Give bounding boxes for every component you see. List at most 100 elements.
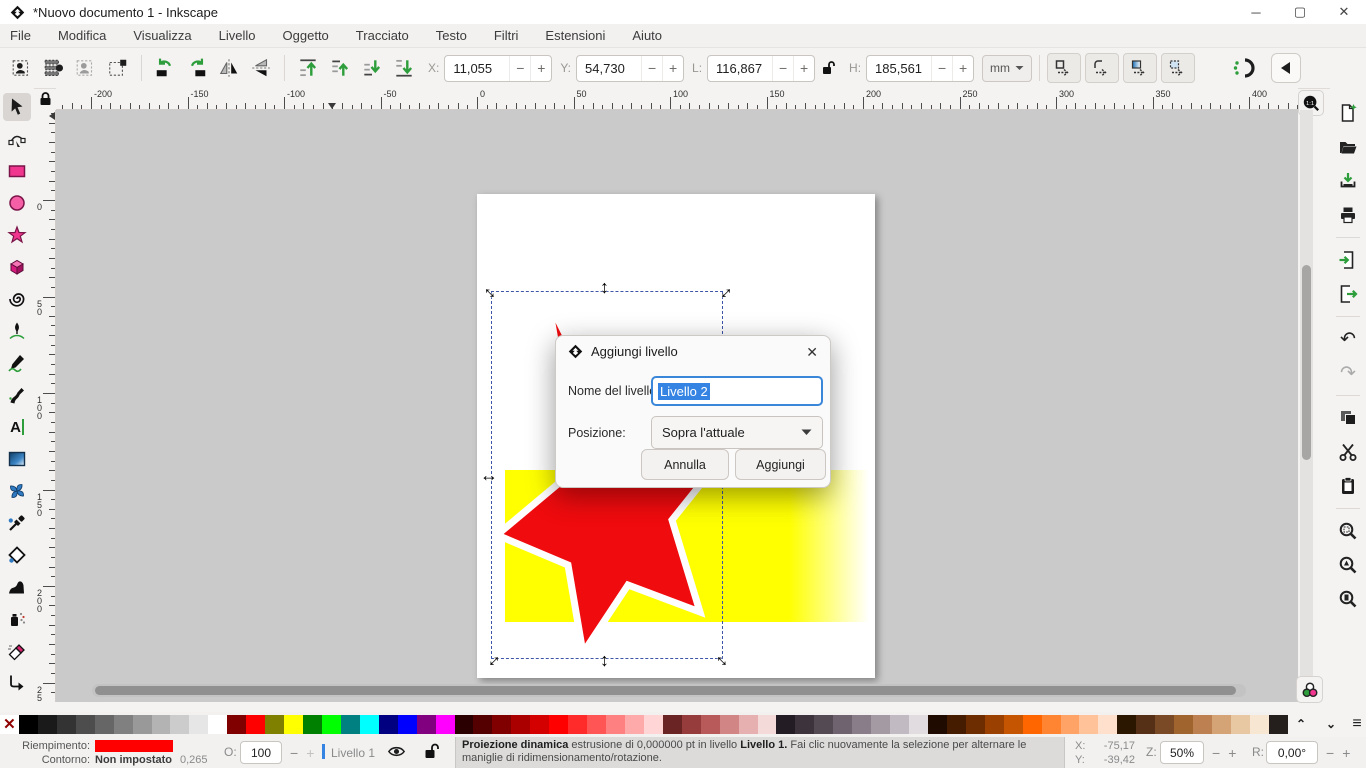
- color-swatch[interactable]: [985, 715, 1004, 734]
- color-swatch[interactable]: [1117, 715, 1136, 734]
- layer-visibility-eye-icon[interactable]: [388, 744, 405, 759]
- zoom-increment[interactable]: +: [1228, 745, 1236, 761]
- menu-file[interactable]: File: [10, 28, 31, 43]
- y-field[interactable]: 54,730 − +: [576, 55, 684, 82]
- color-swatch[interactable]: [473, 715, 492, 734]
- color-swatch[interactable]: [57, 715, 76, 734]
- color-swatch[interactable]: [246, 715, 265, 734]
- color-swatch[interactable]: [417, 715, 436, 734]
- color-swatch[interactable]: [568, 715, 587, 734]
- color-swatch[interactable]: [322, 715, 341, 734]
- width-field[interactable]: 116,867 − +: [707, 55, 815, 82]
- color-swatch[interactable]: [511, 715, 530, 734]
- color-swatch[interactable]: [19, 715, 38, 734]
- color-swatch[interactable]: [701, 715, 720, 734]
- color-swatch[interactable]: [1042, 715, 1061, 734]
- resize-handle-left[interactable]: ↔: [480, 466, 498, 484]
- select-all-layers-icon[interactable]: [38, 53, 70, 83]
- color-swatch[interactable]: [795, 715, 814, 734]
- stroke-value[interactable]: Non impostato: [95, 754, 172, 766]
- menu-livello[interactable]: Livello: [219, 28, 256, 43]
- color-swatch[interactable]: [852, 715, 871, 734]
- menu-estensioni[interactable]: Estensioni: [545, 28, 605, 43]
- resize-handle-bottom[interactable]: ↕: [600, 651, 609, 669]
- menu-aiuto[interactable]: Aiuto: [632, 28, 662, 43]
- color-swatch[interactable]: [720, 715, 739, 734]
- ellipse-tool[interactable]: [3, 189, 31, 217]
- color-swatch[interactable]: [1212, 715, 1231, 734]
- color-swatch[interactable]: [1004, 715, 1023, 734]
- color-swatch[interactable]: [265, 715, 284, 734]
- rotation-input[interactable]: 0,00°: [1266, 741, 1318, 764]
- close-button[interactable]: ✕: [1322, 0, 1366, 24]
- scale-pattern-toggle[interactable]: [1161, 53, 1195, 83]
- lock-guides-icon[interactable]: [34, 88, 56, 110]
- opacity-input[interactable]: 100: [240, 741, 282, 764]
- width-decrement-button[interactable]: −: [772, 56, 793, 81]
- color-managed-view-button[interactable]: [1296, 676, 1323, 703]
- color-swatch[interactable]: [909, 715, 928, 734]
- current-layer-label[interactable]: Livello 1: [331, 746, 375, 760]
- calligraphy-tool[interactable]: [3, 381, 31, 409]
- pen-tool[interactable]: [3, 317, 31, 345]
- color-swatch[interactable]: [644, 715, 663, 734]
- open-document-icon[interactable]: [1334, 133, 1362, 161]
- horizontal-scrollbar-thumb[interactable]: [95, 686, 1236, 695]
- color-swatch[interactable]: [208, 715, 227, 734]
- snap-toggle-icon[interactable]: [1227, 53, 1259, 83]
- color-swatch[interactable]: [587, 715, 606, 734]
- vertical-scrollbar[interactable]: [1300, 110, 1313, 702]
- color-swatch[interactable]: [152, 715, 171, 734]
- height-field[interactable]: 185,561 − +: [866, 55, 974, 82]
- redo-icon[interactable]: ↷: [1334, 359, 1362, 387]
- export-icon[interactable]: [1334, 280, 1362, 308]
- swatch-none[interactable]: ✕: [0, 715, 19, 734]
- palette-scroll-up-icon[interactable]: ⌃: [1288, 714, 1314, 734]
- color-swatch[interactable]: [436, 715, 455, 734]
- color-swatch[interactable]: [379, 715, 398, 734]
- color-swatch[interactable]: [1250, 715, 1269, 734]
- color-swatch[interactable]: [170, 715, 189, 734]
- zoom-input[interactable]: 50%: [1160, 741, 1204, 764]
- menu-visualizza[interactable]: Visualizza: [133, 28, 191, 43]
- color-swatch[interactable]: [227, 715, 246, 734]
- add-button[interactable]: Aggiungi: [735, 449, 826, 480]
- vertical-ruler[interactable]: 050100150200250: [34, 110, 56, 702]
- color-swatch[interactable]: [284, 715, 303, 734]
- zoom-decrement[interactable]: −: [1212, 745, 1220, 761]
- zoom-selection-icon[interactable]: [1334, 517, 1362, 545]
- pencil-tool[interactable]: [3, 349, 31, 377]
- color-swatch[interactable]: [76, 715, 95, 734]
- save-document-icon[interactable]: [1334, 167, 1362, 195]
- connector-tool[interactable]: [3, 669, 31, 697]
- color-swatch[interactable]: [530, 715, 549, 734]
- y-field-value[interactable]: 54,730: [577, 56, 641, 81]
- text-tool[interactable]: A: [3, 413, 31, 441]
- color-swatch[interactable]: [492, 715, 511, 734]
- color-swatch[interactable]: [1098, 715, 1117, 734]
- zoom-spinner[interactable]: −+: [1212, 741, 1236, 764]
- color-swatch[interactable]: [663, 715, 682, 734]
- menu-filtri[interactable]: Filtri: [494, 28, 519, 43]
- color-swatch[interactable]: [1061, 715, 1080, 734]
- color-swatch[interactable]: [606, 715, 625, 734]
- resize-handle-top[interactable]: ↕: [600, 278, 609, 296]
- horizontal-scrollbar[interactable]: [92, 684, 1246, 697]
- scale-gradient-toggle[interactable]: [1123, 53, 1157, 83]
- color-swatch[interactable]: [758, 715, 777, 734]
- color-swatch[interactable]: [455, 715, 474, 734]
- menu-testo[interactable]: Testo: [436, 28, 467, 43]
- spray-tool[interactable]: [3, 605, 31, 633]
- color-swatch[interactable]: [776, 715, 795, 734]
- opacity-spinner[interactable]: −+: [290, 741, 314, 764]
- lock-ratio-icon[interactable]: [815, 53, 841, 83]
- box-3d-tool[interactable]: [3, 253, 31, 281]
- selector-tool[interactable]: [3, 93, 31, 121]
- menu-oggetto[interactable]: Oggetto: [283, 28, 329, 43]
- color-swatch[interactable]: [1269, 715, 1288, 734]
- color-swatch[interactable]: [133, 715, 152, 734]
- undo-icon[interactable]: ↶: [1334, 325, 1362, 353]
- star-tool[interactable]: [3, 221, 31, 249]
- lower-icon[interactable]: [356, 53, 388, 83]
- menu-tracciato[interactable]: Tracciato: [356, 28, 409, 43]
